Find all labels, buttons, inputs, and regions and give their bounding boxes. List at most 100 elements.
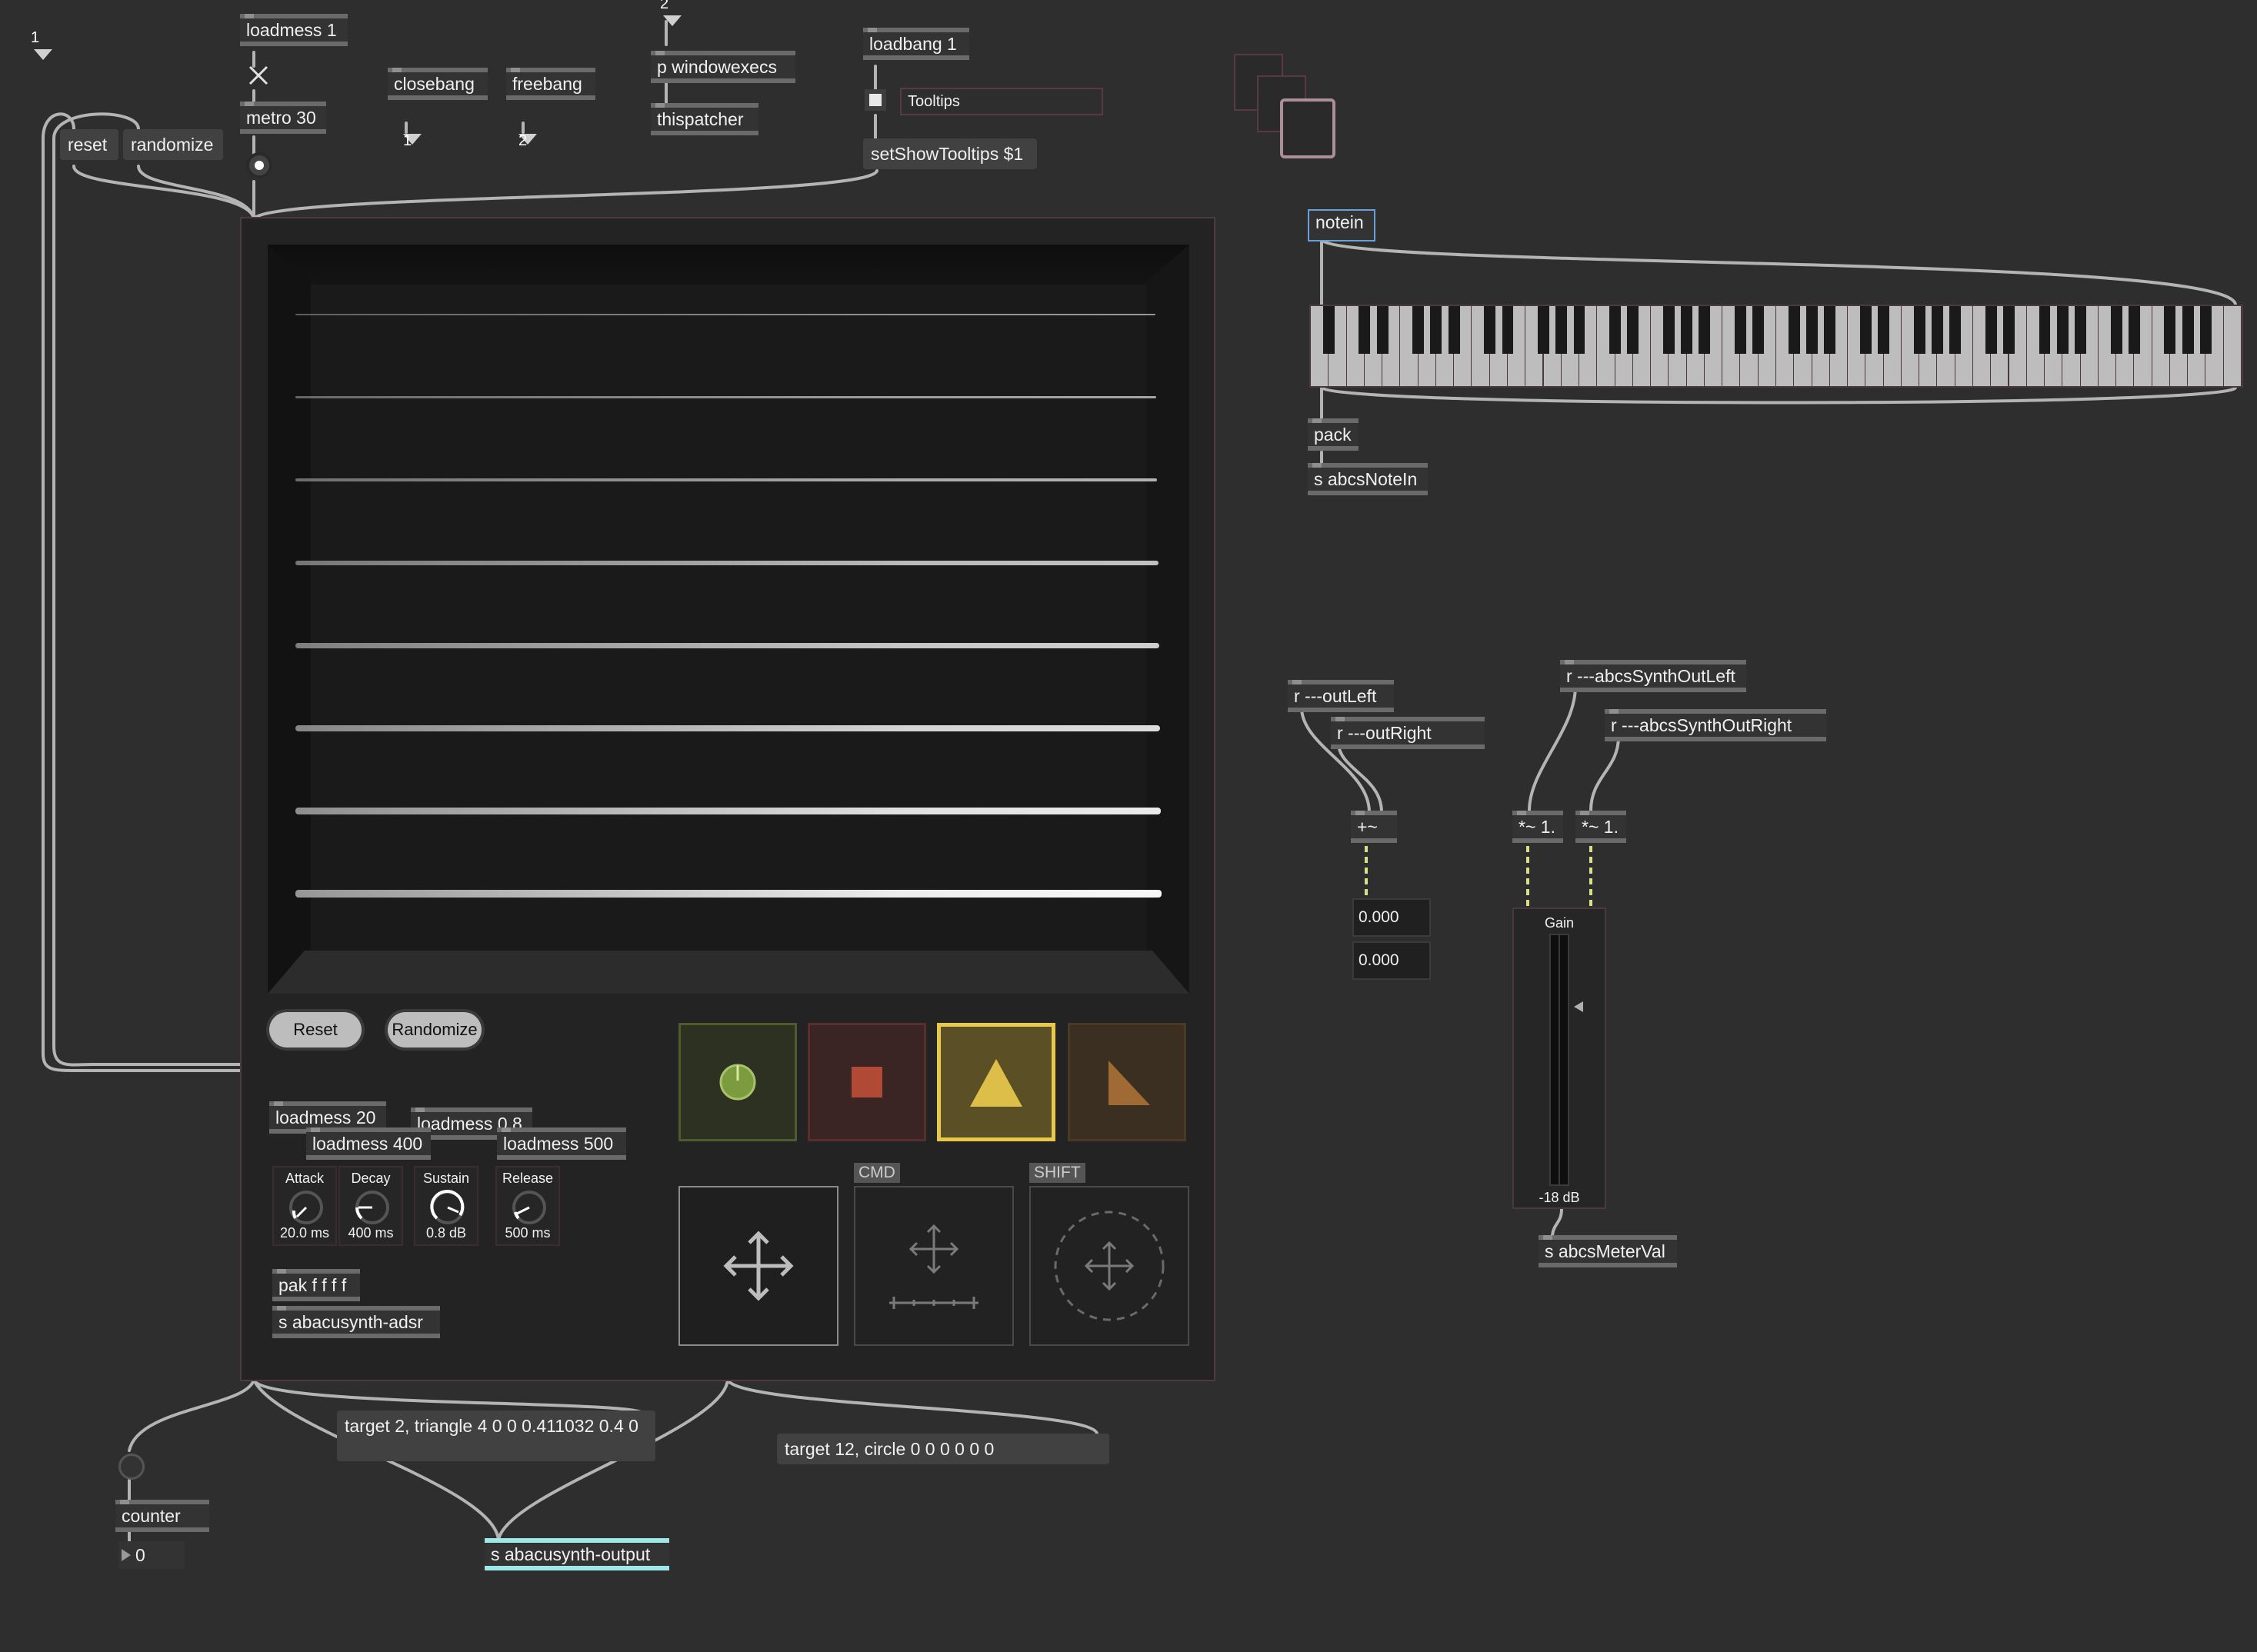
release-knob[interactable]: Release 500 ms xyxy=(495,1166,560,1246)
send-meter-object[interactable]: s abcsMeterVal xyxy=(1539,1235,1677,1267)
thispatcher-object[interactable]: thispatcher xyxy=(651,103,758,135)
multiply-right-object[interactable]: *~ 1. xyxy=(1575,811,1626,843)
gain-slider[interactable]: Gain -18 dB xyxy=(1512,908,1606,1209)
black-key[interactable] xyxy=(1699,306,1711,354)
shape-saw-button[interactable] xyxy=(1068,1023,1186,1141)
abacus-rod[interactable] xyxy=(295,396,1157,399)
freebang-object[interactable]: freebang xyxy=(506,68,595,100)
counter-bang[interactable] xyxy=(118,1454,145,1480)
metro-bang[interactable] xyxy=(246,152,272,178)
black-key[interactable] xyxy=(1859,306,1872,354)
windowexecs-object[interactable]: p windowexecs xyxy=(651,51,795,83)
attack-knob[interactable]: Attack 20.0 ms xyxy=(272,1166,337,1246)
black-key[interactable] xyxy=(1627,306,1639,354)
black-key[interactable] xyxy=(1502,306,1514,354)
black-key[interactable] xyxy=(1538,306,1549,354)
black-key[interactable] xyxy=(1752,306,1765,354)
loadmess-1-object[interactable]: loadmess 1 xyxy=(240,14,348,46)
sustain-knob[interactable]: Sustain 0.8 dB xyxy=(414,1166,478,1246)
black-key[interactable] xyxy=(2128,306,2140,354)
black-key[interactable] xyxy=(2039,306,2051,354)
receive-outleft-object[interactable]: r ---outLeft xyxy=(1288,680,1394,712)
abacus-rod[interactable] xyxy=(295,314,1155,315)
black-key[interactable] xyxy=(1878,306,1890,354)
reset-button[interactable]: Reset xyxy=(269,1012,362,1047)
number-right[interactable]: 0.000 xyxy=(1352,941,1431,980)
black-key[interactable] xyxy=(1376,306,1389,354)
decay-knob[interactable]: Decay 400 ms xyxy=(338,1166,403,1246)
black-key[interactable] xyxy=(2182,306,2194,354)
target-triangle-message[interactable]: target 2, triangle 4 0 0 0.411032 0.4 0 xyxy=(337,1411,655,1461)
abacus-rod[interactable] xyxy=(295,725,1160,731)
black-key[interactable] xyxy=(1931,306,1943,354)
black-key[interactable] xyxy=(1788,306,1800,354)
receive-outright-object[interactable]: r ---outRight xyxy=(1331,717,1485,749)
plus-signal-object[interactable]: +~ xyxy=(1351,811,1397,843)
randomize-button[interactable]: Randomize xyxy=(388,1012,482,1047)
abacus-rod[interactable] xyxy=(295,561,1159,565)
metro-object[interactable]: metro 30 xyxy=(240,102,326,134)
counter-object[interactable]: counter xyxy=(115,1500,209,1532)
cmd-pad[interactable] xyxy=(854,1186,1014,1346)
pak-object[interactable]: pak f f f f xyxy=(272,1269,360,1301)
shape-square-button[interactable] xyxy=(808,1023,926,1141)
black-key[interactable] xyxy=(1555,306,1568,354)
black-key[interactable] xyxy=(2075,306,2087,354)
black-key[interactable] xyxy=(1949,306,1962,354)
black-key[interactable] xyxy=(1430,306,1442,354)
black-key[interactable] xyxy=(1484,306,1496,354)
shape-triangle-button[interactable] xyxy=(937,1023,1055,1141)
target-circle-message[interactable]: target 12, circle 0 0 0 0 0 0 xyxy=(777,1434,1109,1464)
toggle-x[interactable] xyxy=(248,65,269,86)
black-key[interactable] xyxy=(1681,306,1693,354)
loadmess-release-object[interactable]: loadmess 500 xyxy=(497,1127,626,1160)
black-key[interactable] xyxy=(1609,306,1622,354)
black-key[interactable] xyxy=(2164,306,2176,354)
shape-sine-button[interactable] xyxy=(678,1023,797,1141)
closebang-object[interactable]: closebang xyxy=(388,68,488,100)
reset-message[interactable]: reset xyxy=(60,129,118,160)
black-key[interactable] xyxy=(1448,306,1460,354)
set-tooltips-message[interactable]: setShowTooltips $1 xyxy=(863,138,1037,169)
closebang-number[interactable]: 1 xyxy=(400,114,422,149)
black-key[interactable] xyxy=(2200,306,2212,354)
freebang-number[interactable]: 2 xyxy=(515,114,538,149)
send-adsr-object[interactable]: s abacusynth-adsr xyxy=(272,1306,440,1338)
loadmess-decay-object[interactable]: loadmess 400 xyxy=(306,1127,431,1160)
black-key[interactable] xyxy=(1913,306,1925,354)
black-key[interactable] xyxy=(1806,306,1818,354)
send-notein-object[interactable]: s abcsNoteIn xyxy=(1308,463,1428,495)
black-key[interactable] xyxy=(1359,306,1371,354)
abacus-rod[interactable] xyxy=(295,478,1158,482)
notein-object[interactable]: notein xyxy=(1308,209,1375,241)
black-key[interactable] xyxy=(1662,306,1675,354)
black-key[interactable] xyxy=(1735,306,1746,354)
black-key[interactable] xyxy=(1573,306,1585,354)
abacus-rod[interactable] xyxy=(295,890,1162,898)
counter-number[interactable]: 0 xyxy=(118,1541,185,1569)
number-left[interactable]: 0.000 xyxy=(1352,898,1431,937)
black-key[interactable] xyxy=(2110,306,2122,354)
tooltips-toggle[interactable] xyxy=(865,89,886,111)
black-key[interactable] xyxy=(1322,306,1335,354)
loadbang-object[interactable]: loadbang 1 xyxy=(863,28,969,60)
receive-synthleft-object[interactable]: r ---abcsSynthOutLeft xyxy=(1560,660,1746,692)
abacus-rod[interactable] xyxy=(295,808,1162,815)
send-output-object[interactable]: s abacusynth-output xyxy=(485,1538,669,1570)
black-key[interactable] xyxy=(2003,306,2015,354)
move-pad[interactable] xyxy=(678,1186,838,1346)
pack-object[interactable]: pack xyxy=(1308,418,1359,451)
black-key[interactable] xyxy=(2056,306,2069,354)
abacus-rod[interactable] xyxy=(295,643,1159,648)
black-key[interactable] xyxy=(1412,306,1425,354)
number-box-2-top[interactable]: 2 xyxy=(660,0,682,26)
piano-keyboard[interactable] xyxy=(1309,305,2243,388)
number-box-1[interactable]: 1 xyxy=(31,29,53,60)
white-key[interactable] xyxy=(2223,306,2241,386)
multiply-left-object[interactable]: *~ 1. xyxy=(1512,811,1563,843)
black-key[interactable] xyxy=(1985,306,1997,354)
randomize-message[interactable]: randomize xyxy=(123,129,223,160)
black-key[interactable] xyxy=(1824,306,1836,354)
abacus-visualizer[interactable] xyxy=(268,245,1189,994)
receive-synthright-object[interactable]: r ---abcsSynthOutRight xyxy=(1605,709,1826,741)
